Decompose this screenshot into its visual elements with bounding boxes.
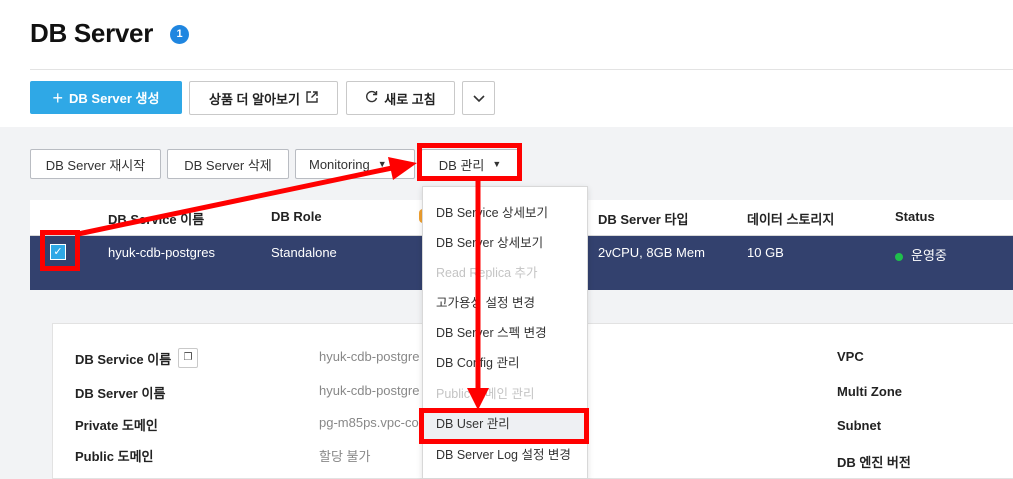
cell-storage: 10 GB: [747, 245, 784, 260]
column-header-status[interactable]: Status: [895, 209, 935, 224]
delete-label: DB Server 삭제: [184, 157, 272, 173]
detail-value-public-domain: 할당 불가: [319, 449, 371, 464]
external-link-icon: [306, 90, 318, 106]
checkmark-icon: ✓: [53, 246, 63, 258]
restart-db-server-button[interactable]: DB Server 재시작: [30, 149, 161, 179]
more-options-button[interactable]: [462, 81, 495, 115]
detail-value-private-domain: pg-m85ps.vpc-co: [319, 415, 419, 430]
detail-label-vpc: VPC: [837, 349, 864, 364]
status-running-icon: [895, 252, 903, 261]
detail-value-service-name: hyuk-cdb-postgre: [319, 349, 420, 364]
plus-icon: +: [52, 87, 64, 108]
detail-label-engine-version: DB 엔진 버전: [837, 455, 911, 470]
detail-label-subnet: Subnet: [837, 418, 882, 433]
detail-label-server-name: DB Server 이름: [75, 386, 166, 401]
cell-role: Standalone: [271, 245, 337, 260]
divider: [30, 69, 1013, 70]
cell-service-name: hyuk-cdb-postgres: [108, 245, 215, 260]
monitoring-button[interactable]: Monitoring ▼: [295, 149, 415, 179]
menu-item-server-detail[interactable]: DB Server 상세보기: [423, 228, 587, 258]
page-title: DB Server: [30, 18, 154, 48]
menu-item-service-detail[interactable]: DB Service 상세보기: [423, 198, 587, 228]
detail-label-service-name: DB Service 이름: [75, 352, 172, 367]
restart-label: DB Server 재시작: [45, 157, 146, 173]
delete-db-server-button[interactable]: DB Server 삭제: [167, 149, 289, 179]
menu-item-log-settings[interactable]: DB Server Log 설정 변경: [423, 440, 587, 470]
learn-more-label: 상품 더 알아보기: [209, 91, 300, 107]
menu-item-ha-settings[interactable]: 고가용성 설정 변경: [423, 288, 587, 318]
caret-down-icon: ▼: [492, 159, 502, 169]
detail-label-public-domain: Public 도메인: [75, 449, 154, 464]
menu-item-spec-change[interactable]: DB Server 스펙 변경: [423, 318, 587, 348]
count-badge: 1: [170, 25, 189, 44]
cell-server-type: 2vCPU, 8GB Mem: [598, 245, 705, 260]
status-text: 운영중: [911, 248, 947, 263]
chevron-down-icon: [472, 91, 485, 106]
cell-status: 운영중: [895, 245, 947, 264]
column-header-service-name[interactable]: DB Service 이름: [108, 209, 204, 228]
menu-item-config-manage[interactable]: DB Config 관리: [423, 348, 587, 378]
page-header: DB Server 1 + DB Server 생성 상품 더 알아보기 새로 …: [0, 0, 1013, 127]
column-header-server-type[interactable]: DB Server 타입: [598, 209, 688, 228]
detail-label-private-domain: Private 도메인: [75, 418, 158, 433]
learn-more-button[interactable]: 상품 더 알아보기: [189, 81, 338, 115]
column-header-storage[interactable]: 데이터 스토리지: [747, 209, 834, 228]
create-db-server-button[interactable]: + DB Server 생성: [30, 81, 182, 114]
detail-value-server-name: hyuk-cdb-postgre: [319, 383, 420, 398]
menu-item-add-read-replica: Read Replica 추가: [436, 266, 538, 280]
copy-icon[interactable]: ❐: [178, 348, 198, 368]
menu-item-public-domain: Public 도메인 관리: [436, 387, 535, 401]
monitoring-label: Monitoring: [309, 156, 370, 172]
db-manage-label: DB 관리: [438, 157, 485, 173]
refresh-label: 새로 고침: [384, 91, 436, 107]
detail-label-multi-zone: Multi Zone: [837, 384, 902, 399]
create-db-server-label: DB Server 생성: [69, 91, 160, 106]
menu-item-user-manage[interactable]: DB User 관리: [423, 409, 587, 439]
db-manage-dropdown: DB Service 상세보기 DB Server 상세보기 Read Repl…: [422, 186, 588, 479]
caret-down-icon: ▼: [377, 159, 387, 169]
column-header-role[interactable]: DB Role: [271, 209, 322, 224]
db-manage-button[interactable]: DB 관리 ▼: [421, 149, 519, 179]
row-checkbox[interactable]: ✓: [50, 244, 66, 260]
refresh-button[interactable]: 새로 고침: [346, 81, 455, 115]
refresh-icon: [365, 90, 378, 106]
